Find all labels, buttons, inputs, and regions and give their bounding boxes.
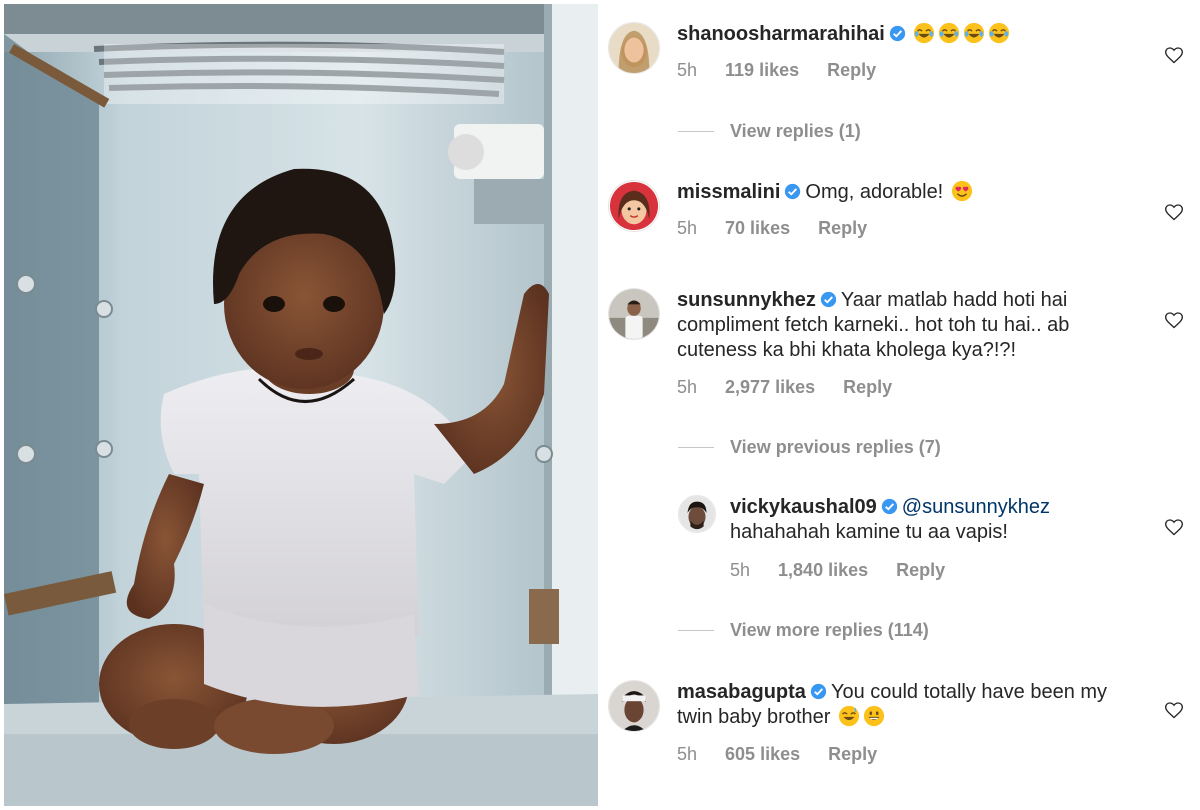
- heart-outline-icon[interactable]: [1164, 45, 1184, 65]
- view-more-replies-button[interactable]: View more replies (114): [678, 620, 929, 641]
- view-replies-button[interactable]: View replies (1): [678, 121, 861, 142]
- reply-button[interactable]: Reply: [827, 60, 876, 81]
- view-previous-replies-button[interactable]: View previous replies (7): [678, 437, 941, 458]
- joy-emoji: [988, 22, 1009, 44]
- comment-body: Omg, adorable!: [805, 181, 944, 203]
- heart-outline-icon[interactable]: [1164, 517, 1184, 537]
- timestamp[interactable]: 5h: [677, 60, 697, 81]
- post-photo: [4, 4, 598, 806]
- verified-badge-icon: [785, 183, 801, 200]
- verified-badge-icon: [810, 683, 827, 700]
- heart-outline-icon[interactable]: [1164, 202, 1184, 222]
- verified-badge-icon: [881, 498, 897, 515]
- avatar[interactable]: [678, 495, 716, 533]
- heart-outline-icon[interactable]: [1164, 700, 1184, 720]
- username[interactable]: shanoosharmarahihai: [677, 23, 885, 45]
- comment-meta: 5h 2,977 likes Reply: [677, 377, 1147, 398]
- comment-body: hahahahah kamine tu aa vapis!: [730, 521, 1008, 543]
- likes-count[interactable]: 119 likes: [725, 60, 799, 81]
- avatar[interactable]: [608, 22, 660, 74]
- timestamp[interactable]: 5h: [677, 218, 697, 239]
- comments-panel: shanoosharmarahihai 5h 119 likes Reply V…: [600, 0, 1200, 810]
- view-previous-label: View previous replies (7): [730, 437, 941, 457]
- divider-line: [678, 630, 714, 631]
- divider-line: [678, 131, 714, 132]
- comment-text: missmalini Omg, adorable!: [677, 180, 1147, 205]
- comment-text: masabagupta You could totally have been m…: [677, 680, 1147, 730]
- joy-emoji: [938, 22, 959, 44]
- comment-text: vickykaushal09 @sunsunnykhez hahahahah kam…: [730, 495, 1150, 545]
- divider-line: [678, 447, 714, 448]
- comment-meta: 5h 1,840 likes Reply: [730, 560, 1150, 581]
- heart-outline-icon[interactable]: [1164, 310, 1184, 330]
- likes-count[interactable]: 70 likes: [725, 218, 790, 239]
- joy-emoji: [963, 22, 984, 44]
- likes-count[interactable]: 1,840 likes: [778, 560, 868, 581]
- timestamp[interactable]: 5h: [677, 377, 697, 398]
- comment-meta: 5h 70 likes Reply: [677, 218, 1147, 239]
- comment-text: sunsunnykhez Yaar matlab hadd hoti hai co…: [677, 288, 1147, 363]
- reply-button[interactable]: Reply: [843, 377, 892, 398]
- view-more-label: View more replies (114): [730, 620, 929, 640]
- view-replies-label: View replies (1): [730, 121, 861, 141]
- baby-in-fridge-photo: [4, 4, 598, 806]
- avatar[interactable]: [608, 288, 660, 340]
- grin-emoji: [864, 705, 885, 727]
- likes-count[interactable]: 605 likes: [725, 744, 800, 765]
- reply-button[interactable]: Reply: [828, 744, 877, 765]
- comment-meta: 5h 605 likes Reply: [677, 744, 1147, 765]
- verified-badge-icon: [820, 291, 837, 308]
- username[interactable]: missmalini: [677, 181, 780, 203]
- username[interactable]: sunsunnykhez: [677, 289, 816, 311]
- timestamp[interactable]: 5h: [730, 560, 750, 581]
- avatar[interactable]: [608, 680, 660, 732]
- comment-text: shanoosharmarahihai: [677, 22, 1147, 47]
- reply-button[interactable]: Reply: [818, 218, 867, 239]
- mention-link[interactable]: @sunsunnykhez: [902, 496, 1050, 518]
- reply-button[interactable]: Reply: [896, 560, 945, 581]
- sweat-smile-emoji: [839, 705, 860, 727]
- username[interactable]: masabagupta: [677, 681, 806, 703]
- likes-count[interactable]: 2,977 likes: [725, 377, 815, 398]
- username[interactable]: vickykaushal09: [730, 496, 877, 518]
- avatar[interactable]: [608, 180, 660, 232]
- verified-badge-icon: [889, 25, 905, 42]
- heart-eyes-emoji: [952, 180, 973, 202]
- joy-emoji: [913, 22, 934, 44]
- timestamp[interactable]: 5h: [677, 744, 697, 765]
- comment-meta: 5h 119 likes Reply: [677, 60, 1147, 81]
